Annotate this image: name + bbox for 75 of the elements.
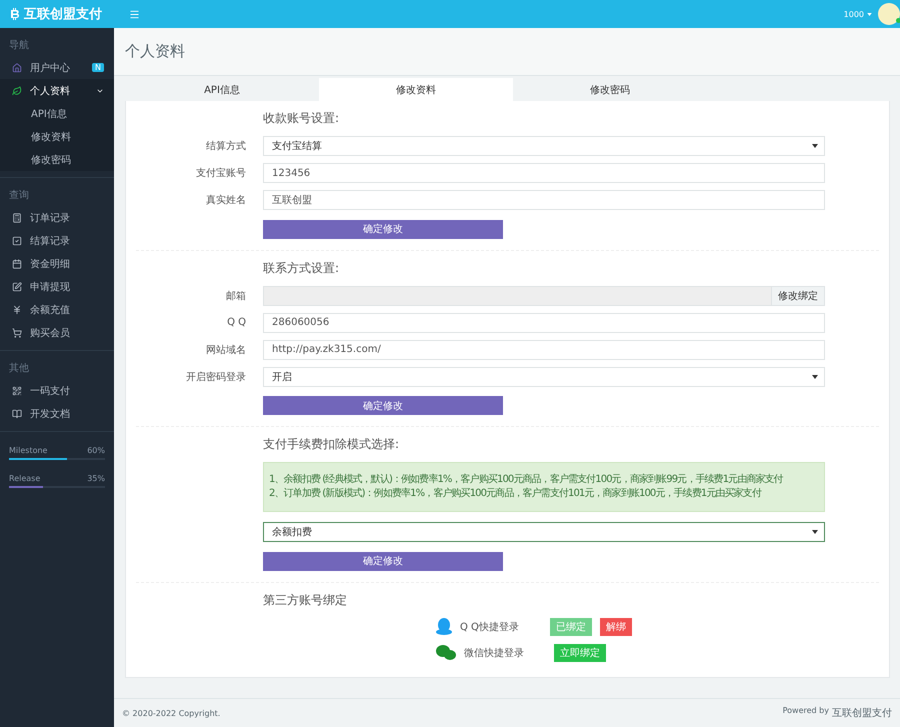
sidebar-item[interactable]: 结算记录 [0,229,114,252]
field-label: 真实姓名 [205,194,246,207]
select-field[interactable]: 余额扣费 [263,522,825,542]
caret-down-icon [867,12,872,16]
sidebar-item[interactable]: 一码支付 [0,379,114,402]
sidebar-subitem[interactable]: API信息 [0,102,114,125]
progress-value: 35% [87,474,105,483]
field-label: 网站域名 [205,344,246,356]
sidebar-item[interactable]: 购买会员 [0,321,114,344]
avatar[interactable] [878,3,900,25]
home-icon [12,62,22,72]
sidebar-item[interactable]: 开发文档 [0,402,114,425]
progress-label: Milestone [9,446,48,455]
section-heading: 第三方账号绑定 [263,592,348,608]
online-status-icon [896,18,900,23]
footer-brand-link[interactable]: 互联创盟支付 [832,706,892,720]
page-title: 个人资料 [114,28,900,76]
sidebar-item[interactable]: 余额充值 [0,298,114,321]
tab[interactable]: API信息 [125,78,319,101]
input-field[interactable]: 286060056 [263,312,825,332]
sidebar-item[interactable]: 个人资料 [0,79,114,102]
caret-icon [812,144,818,148]
email-field[interactable] [263,286,772,306]
caret-icon [812,374,818,378]
menu-icon[interactable] [129,8,140,20]
progress-label: Release [9,474,40,483]
sidebar-item[interactable]: 申请提现 [0,275,114,298]
calculator-icon [12,212,22,222]
select-field[interactable]: 开启 [263,366,825,386]
section-heading: 收款账号设置: [263,110,340,127]
caret-icon [812,530,818,534]
check-square-icon [12,236,22,246]
calendar-icon [12,258,22,268]
tab[interactable]: 修改资料 [319,78,513,101]
input-field[interactable]: http://pay.zk315.com/ [263,340,825,360]
section-heading: 支付手续费扣除模式选择: [263,436,400,453]
sidebar-item[interactable]: 订单记录 [0,206,114,229]
sidebar-item[interactable]: 资金明细 [0,252,114,275]
unbind-button[interactable]: 解绑 [600,618,632,636]
submit-button[interactable]: 确定修改 [263,396,503,415]
sidebar-section-title: 导航 [8,38,30,53]
copyright: © 2020-2022 Copyright. [122,708,220,718]
edit-icon [12,282,22,292]
powered-by: Powered by [782,706,829,717]
sidebar-section-title: 查询 [8,188,30,203]
submit-button[interactable]: 确定修改 [263,552,503,570]
badge: N [92,63,104,72]
notice-box: 1、余额扣费 (经典模式，默认)：例如费率1%，客户购买100元商品，客户需支付100元，商家到账99元，手续费1元由商家支付 2、订单加费 (新版模式)：例如费率1%，客户购买100元商品，客户需支付101元，商家到账100元，手续费1元由买家支付 [263,462,825,512]
field-label: 支付宝账号 [195,166,246,180]
cart-icon [12,328,22,338]
submit-button[interactable]: 确定修改 [263,220,503,238]
field-label: 邮箱 [225,290,246,302]
sidebar-item[interactable]: 用户中心 N [0,56,114,79]
binding-label: Q Q快捷登录 [460,620,520,634]
select-field[interactable]: 支付宝结算 [263,136,825,156]
chat-bubbles-icon [436,644,456,660]
yen-icon [12,304,22,314]
field-label: Q Q [226,317,246,328]
book-icon [12,408,22,418]
change-binding-button[interactable]: 修改绑定 [772,286,825,306]
bitcoin-icon [10,8,19,20]
tab[interactable]: 修改密码 [513,78,707,101]
binding-label: 微信快捷登录 [464,646,525,660]
leaf-icon [12,86,22,96]
sidebar-section-title: 其他 [8,362,30,376]
sidebar-subitem[interactable]: 修改密码 [0,148,114,171]
section-heading: 联系方式设置: [263,260,340,276]
field-label: 开启密码登录 [185,370,246,384]
brand-name: 互联创盟支付 [24,6,102,23]
progress-value: 60% [87,446,105,455]
input-field[interactable]: 互联创盟 [263,190,825,210]
field-label: 结算方式 [205,140,246,153]
sidebar-subitem[interactable]: 修改资料 [0,125,114,148]
qr-code-icon [12,386,22,396]
input-field[interactable]: 123456 [263,163,825,183]
